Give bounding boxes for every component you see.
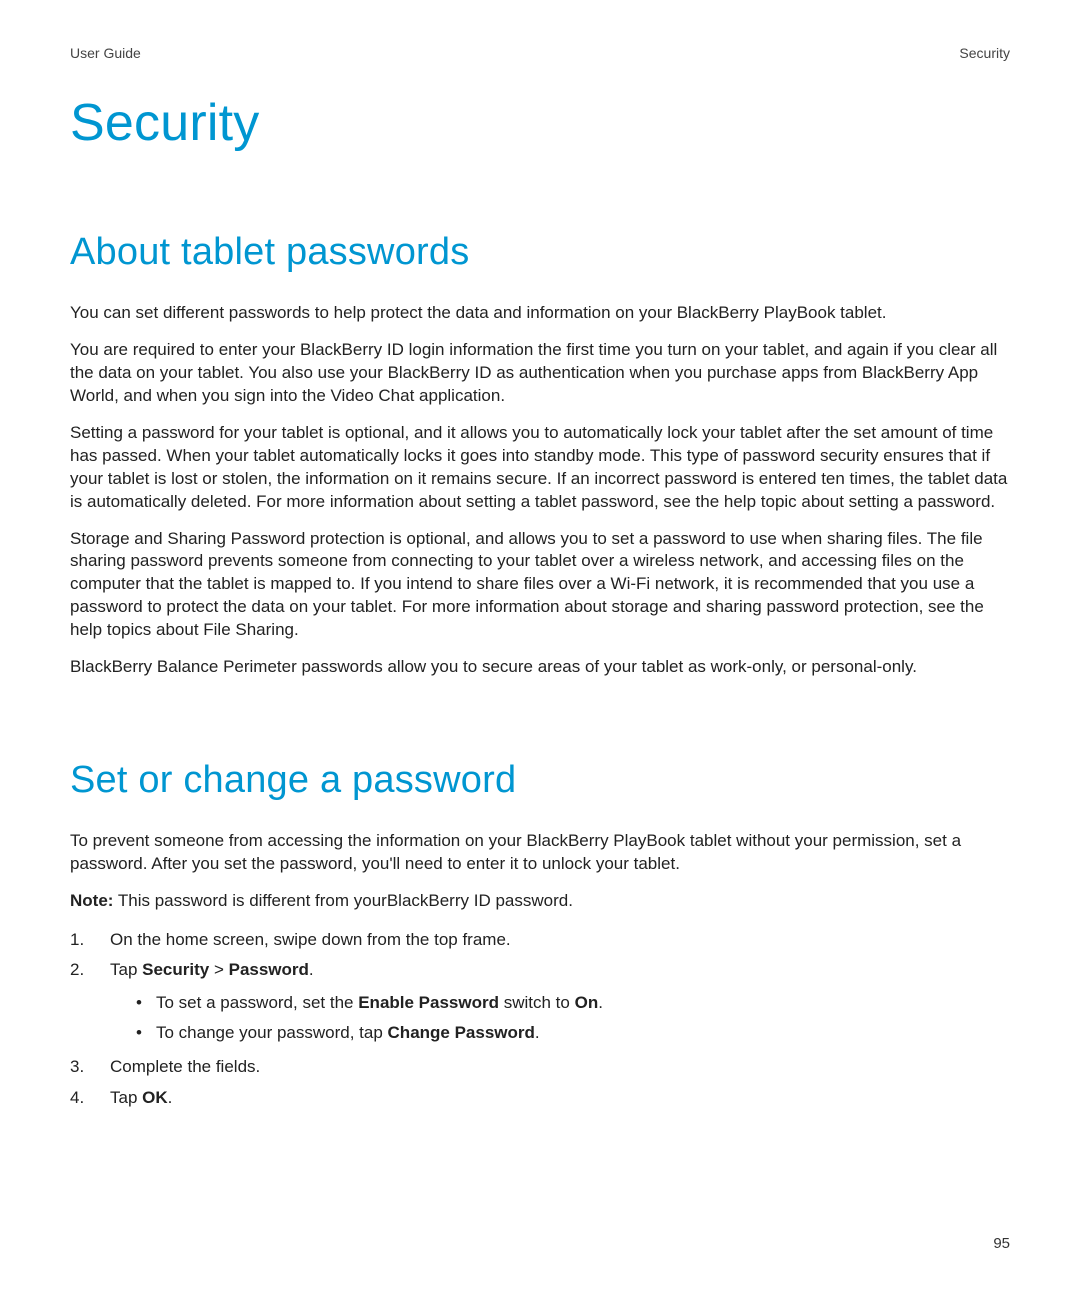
note-label: Note: bbox=[70, 891, 113, 910]
step-text-frag: . bbox=[168, 1088, 173, 1107]
paragraph: Setting a password for your tablet is op… bbox=[70, 422, 1010, 514]
paragraph: You can set different passwords to help … bbox=[70, 302, 1010, 325]
step-text-bold: Password bbox=[229, 960, 309, 979]
step-text: On the home screen, swipe down from the … bbox=[110, 927, 1010, 953]
note-line: Note: This password is different from yo… bbox=[70, 890, 1010, 913]
step-text: Complete the fields. bbox=[110, 1054, 1010, 1080]
substep-text-bold: Change Password bbox=[388, 1023, 535, 1042]
step-item: 4. Tap OK. bbox=[70, 1085, 1010, 1111]
substep-text-frag: . bbox=[598, 993, 603, 1012]
paragraph: Storage and Sharing Password protection … bbox=[70, 528, 1010, 643]
substep-text-frag: switch to bbox=[499, 993, 575, 1012]
section-heading-set-change: Set or change a password bbox=[70, 759, 1010, 802]
substep-item: To set a password, set the Enable Passwo… bbox=[136, 990, 1010, 1016]
step-number: 3. bbox=[70, 1054, 110, 1080]
step-text: Tap OK. bbox=[110, 1085, 1010, 1111]
note-text: This password is different from yourBlac… bbox=[113, 891, 572, 910]
page-number: 95 bbox=[993, 1235, 1010, 1252]
paragraph: You are required to enter your BlackBerr… bbox=[70, 339, 1010, 408]
step-number: 2. bbox=[70, 957, 110, 1050]
substep-text-frag: . bbox=[535, 1023, 540, 1042]
step-item: 2. Tap Security > Password. To set a pas… bbox=[70, 957, 1010, 1050]
steps-list: 1. On the home screen, swipe down from t… bbox=[70, 927, 1010, 1111]
step-text: Tap Security > Password. To set a passwo… bbox=[110, 957, 1010, 1050]
substep-text-frag: To set a password, set the bbox=[156, 993, 358, 1012]
step-text-frag: Tap bbox=[110, 960, 142, 979]
step-text-bold: OK bbox=[142, 1088, 168, 1107]
header-left: User Guide bbox=[70, 45, 141, 61]
step-item: 3. Complete the fields. bbox=[70, 1054, 1010, 1080]
step-number: 4. bbox=[70, 1085, 110, 1111]
substep-item: To change your password, tap Change Pass… bbox=[136, 1020, 1010, 1046]
step-text-frag: . bbox=[309, 960, 314, 979]
step-text-frag: > bbox=[209, 960, 228, 979]
substep-text-bold: On bbox=[575, 993, 599, 1012]
paragraph: BlackBerry Balance Perimeter passwords a… bbox=[70, 656, 1010, 679]
page-title: Security bbox=[70, 93, 1010, 153]
step-text-bold: Security bbox=[142, 960, 209, 979]
substep-text-bold: Enable Password bbox=[358, 993, 499, 1012]
step-number: 1. bbox=[70, 927, 110, 953]
header-right: Security bbox=[959, 45, 1010, 61]
step-item: 1. On the home screen, swipe down from t… bbox=[70, 927, 1010, 953]
paragraph: To prevent someone from accessing the in… bbox=[70, 830, 1010, 876]
step-text-frag: Tap bbox=[110, 1088, 142, 1107]
substep-text-frag: To change your password, tap bbox=[156, 1023, 388, 1042]
page: User Guide Security Security About table… bbox=[0, 0, 1080, 1296]
substeps-list: To set a password, set the Enable Passwo… bbox=[110, 990, 1010, 1047]
section-heading-about: About tablet passwords bbox=[70, 231, 1010, 274]
running-header: User Guide Security bbox=[70, 45, 1010, 61]
